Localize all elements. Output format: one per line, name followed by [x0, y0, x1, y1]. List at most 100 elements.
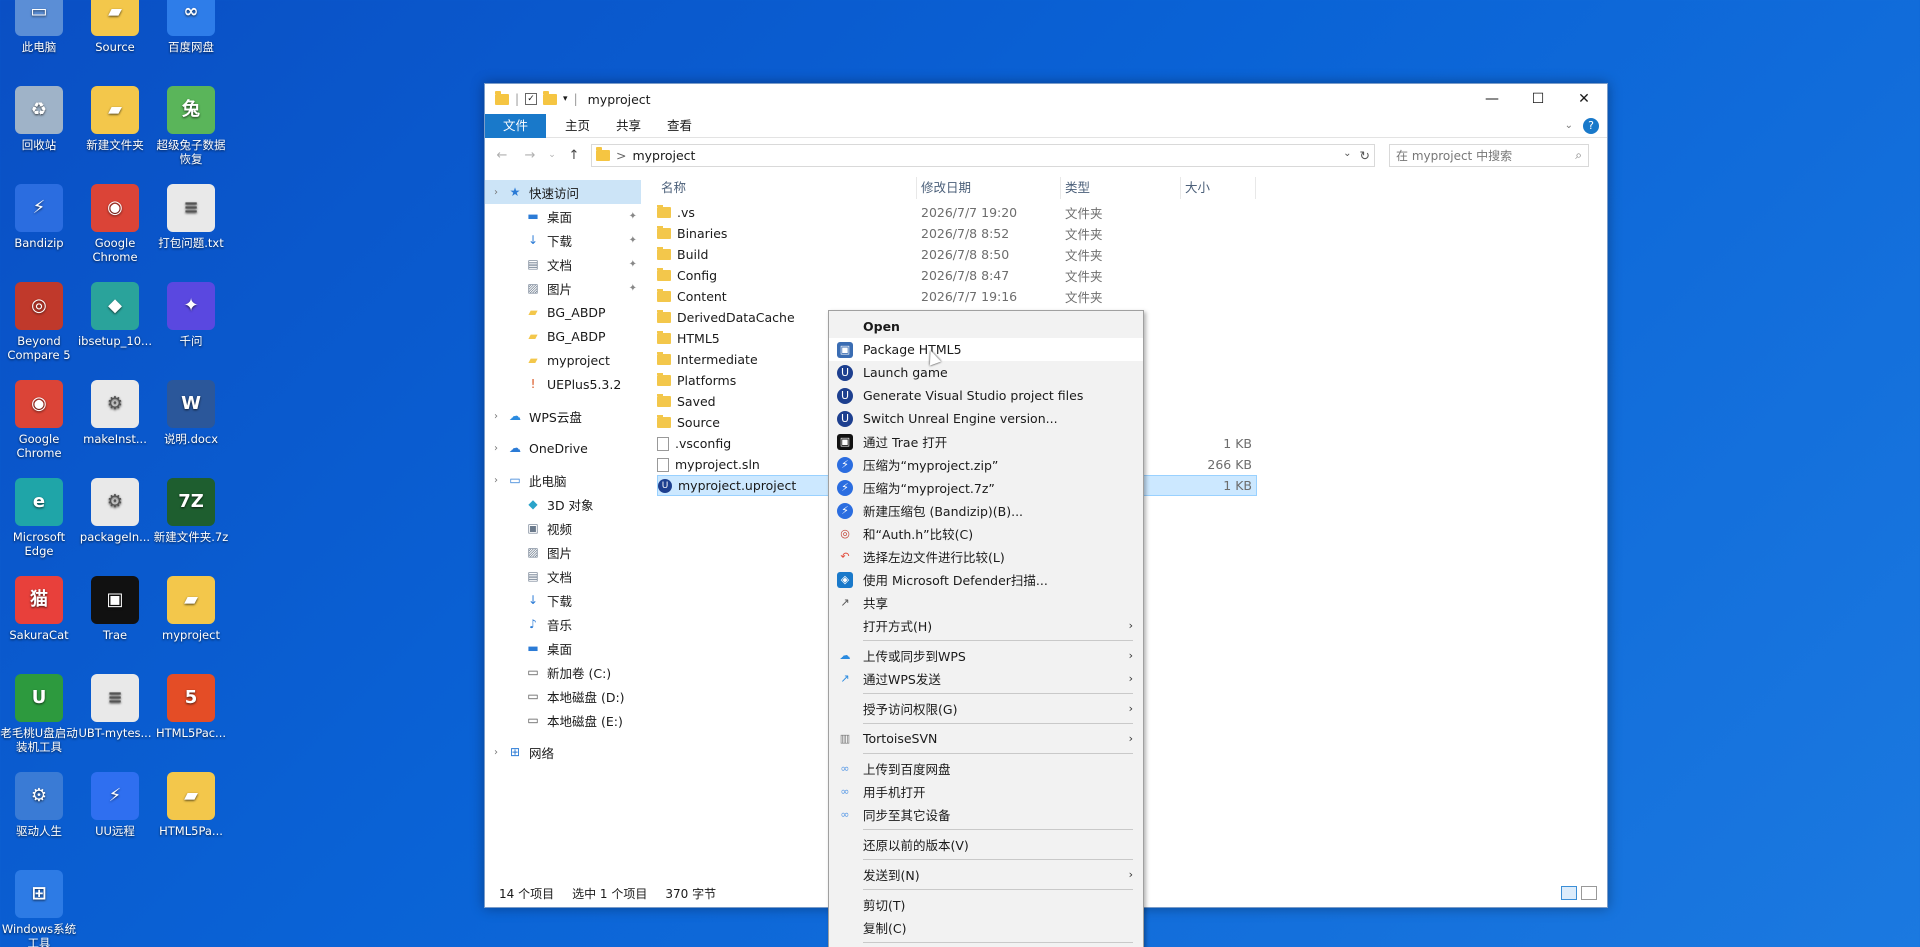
context-menu-item[interactable]: 复制(C): [829, 916, 1143, 939]
context-menu-item[interactable]: 剪切(T): [829, 893, 1143, 916]
desktop-icon[interactable]: ◉ Google Chrome: [76, 184, 154, 264]
expand-icon[interactable]: ›: [489, 443, 503, 454]
desktop-icon[interactable]: 7Z 新建文件夹.7z: [152, 478, 230, 544]
search-input[interactable]: 在 myproject 中搜索 ⌕: [1389, 143, 1589, 167]
desktop-icon[interactable]: ⚙ 驱动人生: [0, 772, 78, 838]
context-menu-item[interactable]: 发送到(N) ›: [829, 863, 1143, 886]
nav-pc-item[interactable]: ▨ 图片: [485, 540, 641, 564]
context-menu-item[interactable]: ◎ 和“Auth.h”比较(C): [829, 522, 1143, 545]
tab-home[interactable]: 主页: [552, 114, 603, 138]
desktop-icon[interactable]: ▰ HTML5Pa...: [152, 772, 230, 838]
nav-quick-item[interactable]: ↓ 下载 ✦: [485, 228, 641, 252]
back-button[interactable]: ←: [491, 148, 513, 163]
nav-wps-cloud[interactable]: › ☁ WPS云盘: [485, 404, 641, 428]
close-button[interactable]: ✕: [1561, 84, 1607, 114]
column-name[interactable]: 名称: [657, 177, 917, 199]
tab-share[interactable]: 共享: [603, 114, 654, 138]
desktop-icon[interactable]: ✦ 千问: [152, 282, 230, 348]
column-type[interactable]: 类型: [1061, 177, 1181, 199]
nav-pc-item[interactable]: ▭ 新加卷 (C:): [485, 660, 641, 684]
desktop-icon[interactable]: ∞ 百度网盘: [152, 0, 230, 54]
context-menu-item[interactable]: 还原以前的版本(V): [829, 833, 1143, 856]
context-menu-item[interactable]: ↶ 选择左边文件进行比较(L): [829, 545, 1143, 568]
minimize-button[interactable]: —: [1469, 84, 1515, 114]
context-menu-item[interactable]: ◈ 使用 Microsoft Defender扫描...: [829, 568, 1143, 591]
nav-pc-item[interactable]: ◆ 3D 对象: [485, 492, 641, 516]
desktop-icon[interactable]: W 说明.docx: [152, 380, 230, 446]
nav-quick-item[interactable]: ▤ 文档 ✦: [485, 252, 641, 276]
title-bar[interactable]: | ✓ ▾ | myproject — ☐ ✕: [485, 84, 1607, 114]
desktop-icon[interactable]: 兔超级兔子数据恢复: [152, 86, 230, 166]
desktop-icon[interactable]: ▣ Trae: [76, 576, 154, 642]
desktop-icon[interactable]: ◎ Beyond Compare 5: [0, 282, 78, 362]
context-menu-item[interactable]: ▥ TortoiseSVN ›: [829, 727, 1143, 750]
context-menu-item[interactable]: ↗ 通过WPS发送 ›: [829, 667, 1143, 690]
desktop-icon[interactable]: ⊞ Windows系统工具: [0, 870, 78, 947]
large-icons-view-icon[interactable]: [1581, 886, 1597, 900]
expand-icon[interactable]: ›: [489, 187, 503, 198]
nav-onedrive[interactable]: › ☁ OneDrive: [485, 436, 641, 460]
context-menu-item[interactable]: ▣ Package HTML5: [829, 338, 1143, 361]
desktop-icon[interactable]: ⚙ makeInst...: [76, 380, 154, 446]
expand-icon[interactable]: ›: [489, 411, 503, 422]
nav-network[interactable]: › ⊞ 网络: [485, 740, 641, 764]
context-menu-item[interactable]: ∞ 上传到百度网盘: [829, 757, 1143, 780]
expand-ribbon-icon[interactable]: ⌄: [1565, 120, 1573, 131]
context-menu-item[interactable]: ↗ 共享: [829, 591, 1143, 614]
tab-view[interactable]: 查看: [654, 114, 705, 138]
nav-this-pc[interactable]: › ▭ 此电脑: [485, 468, 641, 492]
context-menu-item[interactable]: ⚡ 压缩为“myproject.7z”: [829, 476, 1143, 499]
column-size[interactable]: 大小: [1181, 177, 1256, 199]
nav-pc-item[interactable]: ▤ 文档: [485, 564, 641, 588]
up-button[interactable]: ↑: [563, 148, 585, 163]
refresh-icon[interactable]: ↻: [1360, 148, 1370, 163]
customize-toolbar-icon[interactable]: ▾: [563, 94, 568, 104]
nav-pc-item[interactable]: ▣ 视频: [485, 516, 641, 540]
new-folder-icon[interactable]: [543, 90, 558, 105]
context-menu-item[interactable]: U Generate Visual Studio project files: [829, 384, 1143, 407]
desktop-icon[interactable]: U 老毛桃U盘启动装机工具: [0, 674, 78, 754]
expand-icon[interactable]: ›: [489, 475, 503, 486]
recent-locations-icon[interactable]: ⌄: [547, 150, 557, 160]
context-menu-item[interactable]: ▣ 通过 Trae 打开: [829, 430, 1143, 453]
desktop-icon[interactable]: ◆ ibsetup_10...: [76, 282, 154, 348]
file-row[interactable]: .vs 2026/7/7 19:20 文件夹: [657, 202, 1607, 223]
nav-quick-item[interactable]: ! UEPlus5.3.2: [485, 372, 641, 396]
search-icon[interactable]: ⌕: [1575, 148, 1582, 163]
desktop-icon[interactable]: ⚡ UU远程: [76, 772, 154, 838]
help-icon[interactable]: ?: [1583, 117, 1599, 134]
desktop-icon[interactable]: 5 HTML5Pac...: [152, 674, 230, 740]
address-bar[interactable]: > myproject ⌄ ↻: [591, 143, 1375, 167]
nav-quick-access[interactable]: › ★ 快速访问: [485, 180, 641, 204]
desktop-icon[interactable]: e Microsoft Edge: [0, 478, 78, 558]
desktop-icon[interactable]: ≡ 打包问题.txt: [152, 184, 230, 250]
nav-quick-item[interactable]: ▰ myproject: [485, 348, 641, 372]
address-dropdown-icon[interactable]: ⌄: [1343, 148, 1351, 163]
file-row[interactable]: Content 2026/7/7 19:16 文件夹: [657, 286, 1607, 307]
desktop-icon[interactable]: ▭ 此电脑: [0, 0, 78, 54]
desktop-icon[interactable]: 猫 SakuraCat: [0, 576, 78, 642]
nav-quick-item[interactable]: ▨ 图片 ✦: [485, 276, 641, 300]
nav-pc-item[interactable]: ▬ 桌面: [485, 636, 641, 660]
context-menu-item[interactable]: 授予访问权限(G) ›: [829, 697, 1143, 720]
context-menu-item[interactable]: U Switch Unreal Engine version...: [829, 407, 1143, 430]
file-row[interactable]: Config 2026/7/8 8:47 文件夹: [657, 265, 1607, 286]
desktop-icon[interactable]: ♻ 回收站: [0, 86, 78, 152]
details-view-icon[interactable]: [1561, 886, 1577, 900]
file-row[interactable]: Binaries 2026/7/8 8:52 文件夹: [657, 223, 1607, 244]
desktop-icon[interactable]: ⚡ Bandizip: [0, 184, 78, 250]
tab-file[interactable]: 文件: [485, 113, 547, 138]
context-menu-item[interactable]: ∞ 同步至其它设备: [829, 803, 1143, 826]
nav-pc-item[interactable]: ▭ 本地磁盘 (D:): [485, 684, 641, 708]
desktop-icon[interactable]: ≡ UBT-mytes...: [76, 674, 154, 740]
file-row[interactable]: Build 2026/7/8 8:50 文件夹: [657, 244, 1607, 265]
nav-pc-item[interactable]: ↓ 下载: [485, 588, 641, 612]
context-menu-item[interactable]: U Launch game: [829, 361, 1143, 384]
context-menu-item[interactable]: 打开方式(H) ›: [829, 614, 1143, 637]
nav-quick-item[interactable]: ▰ BG_ABDP: [485, 324, 641, 348]
nav-quick-item[interactable]: ▰ BG_ABDP: [485, 300, 641, 324]
forward-button[interactable]: →: [519, 148, 541, 163]
nav-pc-item[interactable]: ♪ 音乐: [485, 612, 641, 636]
desktop-icon[interactable]: ▰ myproject: [152, 576, 230, 642]
breadcrumb-separator[interactable]: >: [616, 148, 626, 163]
